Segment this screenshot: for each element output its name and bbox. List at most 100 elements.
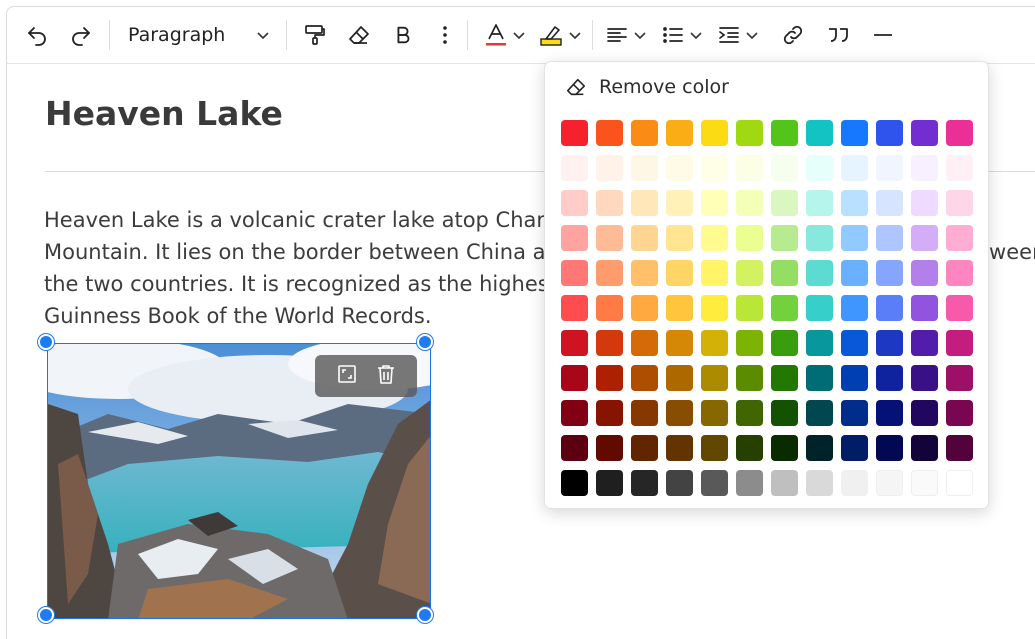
horizontal-rule-button[interactable] — [867, 17, 899, 53]
color-swatch[interactable] — [946, 400, 973, 426]
color-swatch[interactable] — [736, 330, 763, 356]
more-button[interactable] — [429, 17, 461, 53]
color-swatch[interactable] — [841, 260, 868, 286]
color-swatch[interactable] — [596, 155, 623, 181]
color-swatch[interactable] — [701, 400, 728, 426]
color-swatch[interactable] — [876, 365, 903, 391]
resize-handle-bottom-left[interactable] — [38, 607, 54, 623]
color-swatch[interactable] — [946, 470, 973, 496]
color-swatch[interactable] — [946, 155, 973, 181]
color-swatch[interactable] — [666, 260, 693, 286]
color-swatch[interactable] — [841, 400, 868, 426]
color-swatch[interactable] — [631, 225, 658, 251]
color-swatch[interactable] — [596, 120, 623, 146]
color-swatch[interactable] — [911, 260, 938, 286]
color-swatch[interactable] — [631, 120, 658, 146]
bulleted-list-button[interactable] — [661, 17, 703, 53]
color-swatch[interactable] — [736, 435, 763, 461]
color-swatch[interactable] — [911, 225, 938, 251]
color-swatch[interactable] — [771, 190, 798, 216]
color-swatch[interactable] — [911, 155, 938, 181]
color-swatch[interactable] — [561, 295, 588, 321]
bold-button[interactable] — [387, 17, 419, 53]
color-swatch[interactable] — [841, 330, 868, 356]
color-swatch[interactable] — [596, 260, 623, 286]
color-swatch[interactable] — [911, 435, 938, 461]
color-swatch[interactable] — [841, 155, 868, 181]
color-swatch[interactable] — [876, 260, 903, 286]
color-swatch[interactable] — [596, 295, 623, 321]
color-swatch[interactable] — [561, 400, 588, 426]
resize-handle-top-left[interactable] — [38, 334, 54, 350]
color-swatch[interactable] — [946, 225, 973, 251]
color-swatch[interactable] — [631, 295, 658, 321]
color-swatch[interactable] — [946, 120, 973, 146]
highlight-color-button[interactable] — [538, 17, 582, 53]
color-swatch[interactable] — [666, 155, 693, 181]
color-swatch[interactable] — [771, 260, 798, 286]
color-swatch[interactable] — [876, 330, 903, 356]
color-swatch[interactable] — [806, 295, 833, 321]
color-swatch[interactable] — [561, 435, 588, 461]
font-color-button[interactable] — [484, 17, 526, 53]
undo-button[interactable] — [21, 17, 53, 53]
color-swatch[interactable] — [736, 225, 763, 251]
color-swatch[interactable] — [806, 155, 833, 181]
resize-handle-top-right[interactable] — [417, 334, 433, 350]
color-swatch[interactable] — [736, 260, 763, 286]
image-fullscreen-button[interactable] — [336, 363, 358, 389]
color-swatch[interactable] — [806, 260, 833, 286]
align-button[interactable] — [605, 17, 647, 53]
color-swatch[interactable] — [666, 435, 693, 461]
color-swatch[interactable] — [736, 190, 763, 216]
color-swatch[interactable] — [911, 365, 938, 391]
color-swatch[interactable] — [736, 365, 763, 391]
color-swatch[interactable] — [736, 400, 763, 426]
color-swatch[interactable] — [736, 295, 763, 321]
color-swatch[interactable] — [771, 435, 798, 461]
color-swatch[interactable] — [841, 190, 868, 216]
color-swatch[interactable] — [911, 295, 938, 321]
color-swatch[interactable] — [911, 400, 938, 426]
color-swatch[interactable] — [561, 225, 588, 251]
color-swatch[interactable] — [701, 330, 728, 356]
color-swatch[interactable] — [561, 190, 588, 216]
color-swatch[interactable] — [631, 260, 658, 286]
color-swatch[interactable] — [561, 365, 588, 391]
color-swatch[interactable] — [946, 190, 973, 216]
color-swatch[interactable] — [701, 295, 728, 321]
color-swatch[interactable] — [701, 155, 728, 181]
color-swatch[interactable] — [666, 120, 693, 146]
color-swatch[interactable] — [841, 295, 868, 321]
color-swatch[interactable] — [771, 120, 798, 146]
color-swatch[interactable] — [876, 435, 903, 461]
color-swatch[interactable] — [631, 435, 658, 461]
color-swatch[interactable] — [876, 225, 903, 251]
color-swatch[interactable] — [561, 260, 588, 286]
color-swatch[interactable] — [876, 190, 903, 216]
color-swatch[interactable] — [701, 435, 728, 461]
color-swatch[interactable] — [771, 470, 798, 496]
color-swatch[interactable] — [666, 365, 693, 391]
image-delete-button[interactable] — [375, 363, 397, 389]
color-swatch[interactable] — [911, 190, 938, 216]
color-swatch[interactable] — [666, 400, 693, 426]
color-swatch[interactable] — [666, 225, 693, 251]
color-swatch[interactable] — [596, 435, 623, 461]
resize-handle-bottom-right[interactable] — [417, 607, 433, 623]
color-swatch[interactable] — [806, 190, 833, 216]
color-swatch[interactable] — [701, 260, 728, 286]
color-swatch[interactable] — [841, 120, 868, 146]
color-swatch[interactable] — [701, 120, 728, 146]
color-swatch[interactable] — [736, 470, 763, 496]
color-swatch[interactable] — [771, 365, 798, 391]
color-swatch[interactable] — [946, 260, 973, 286]
color-swatch[interactable] — [946, 365, 973, 391]
color-swatch[interactable] — [806, 120, 833, 146]
color-swatch[interactable] — [596, 365, 623, 391]
color-swatch[interactable] — [631, 330, 658, 356]
color-swatch[interactable] — [596, 225, 623, 251]
color-swatch[interactable] — [561, 470, 588, 496]
color-swatch[interactable] — [876, 155, 903, 181]
clear-format-button[interactable] — [343, 17, 375, 53]
